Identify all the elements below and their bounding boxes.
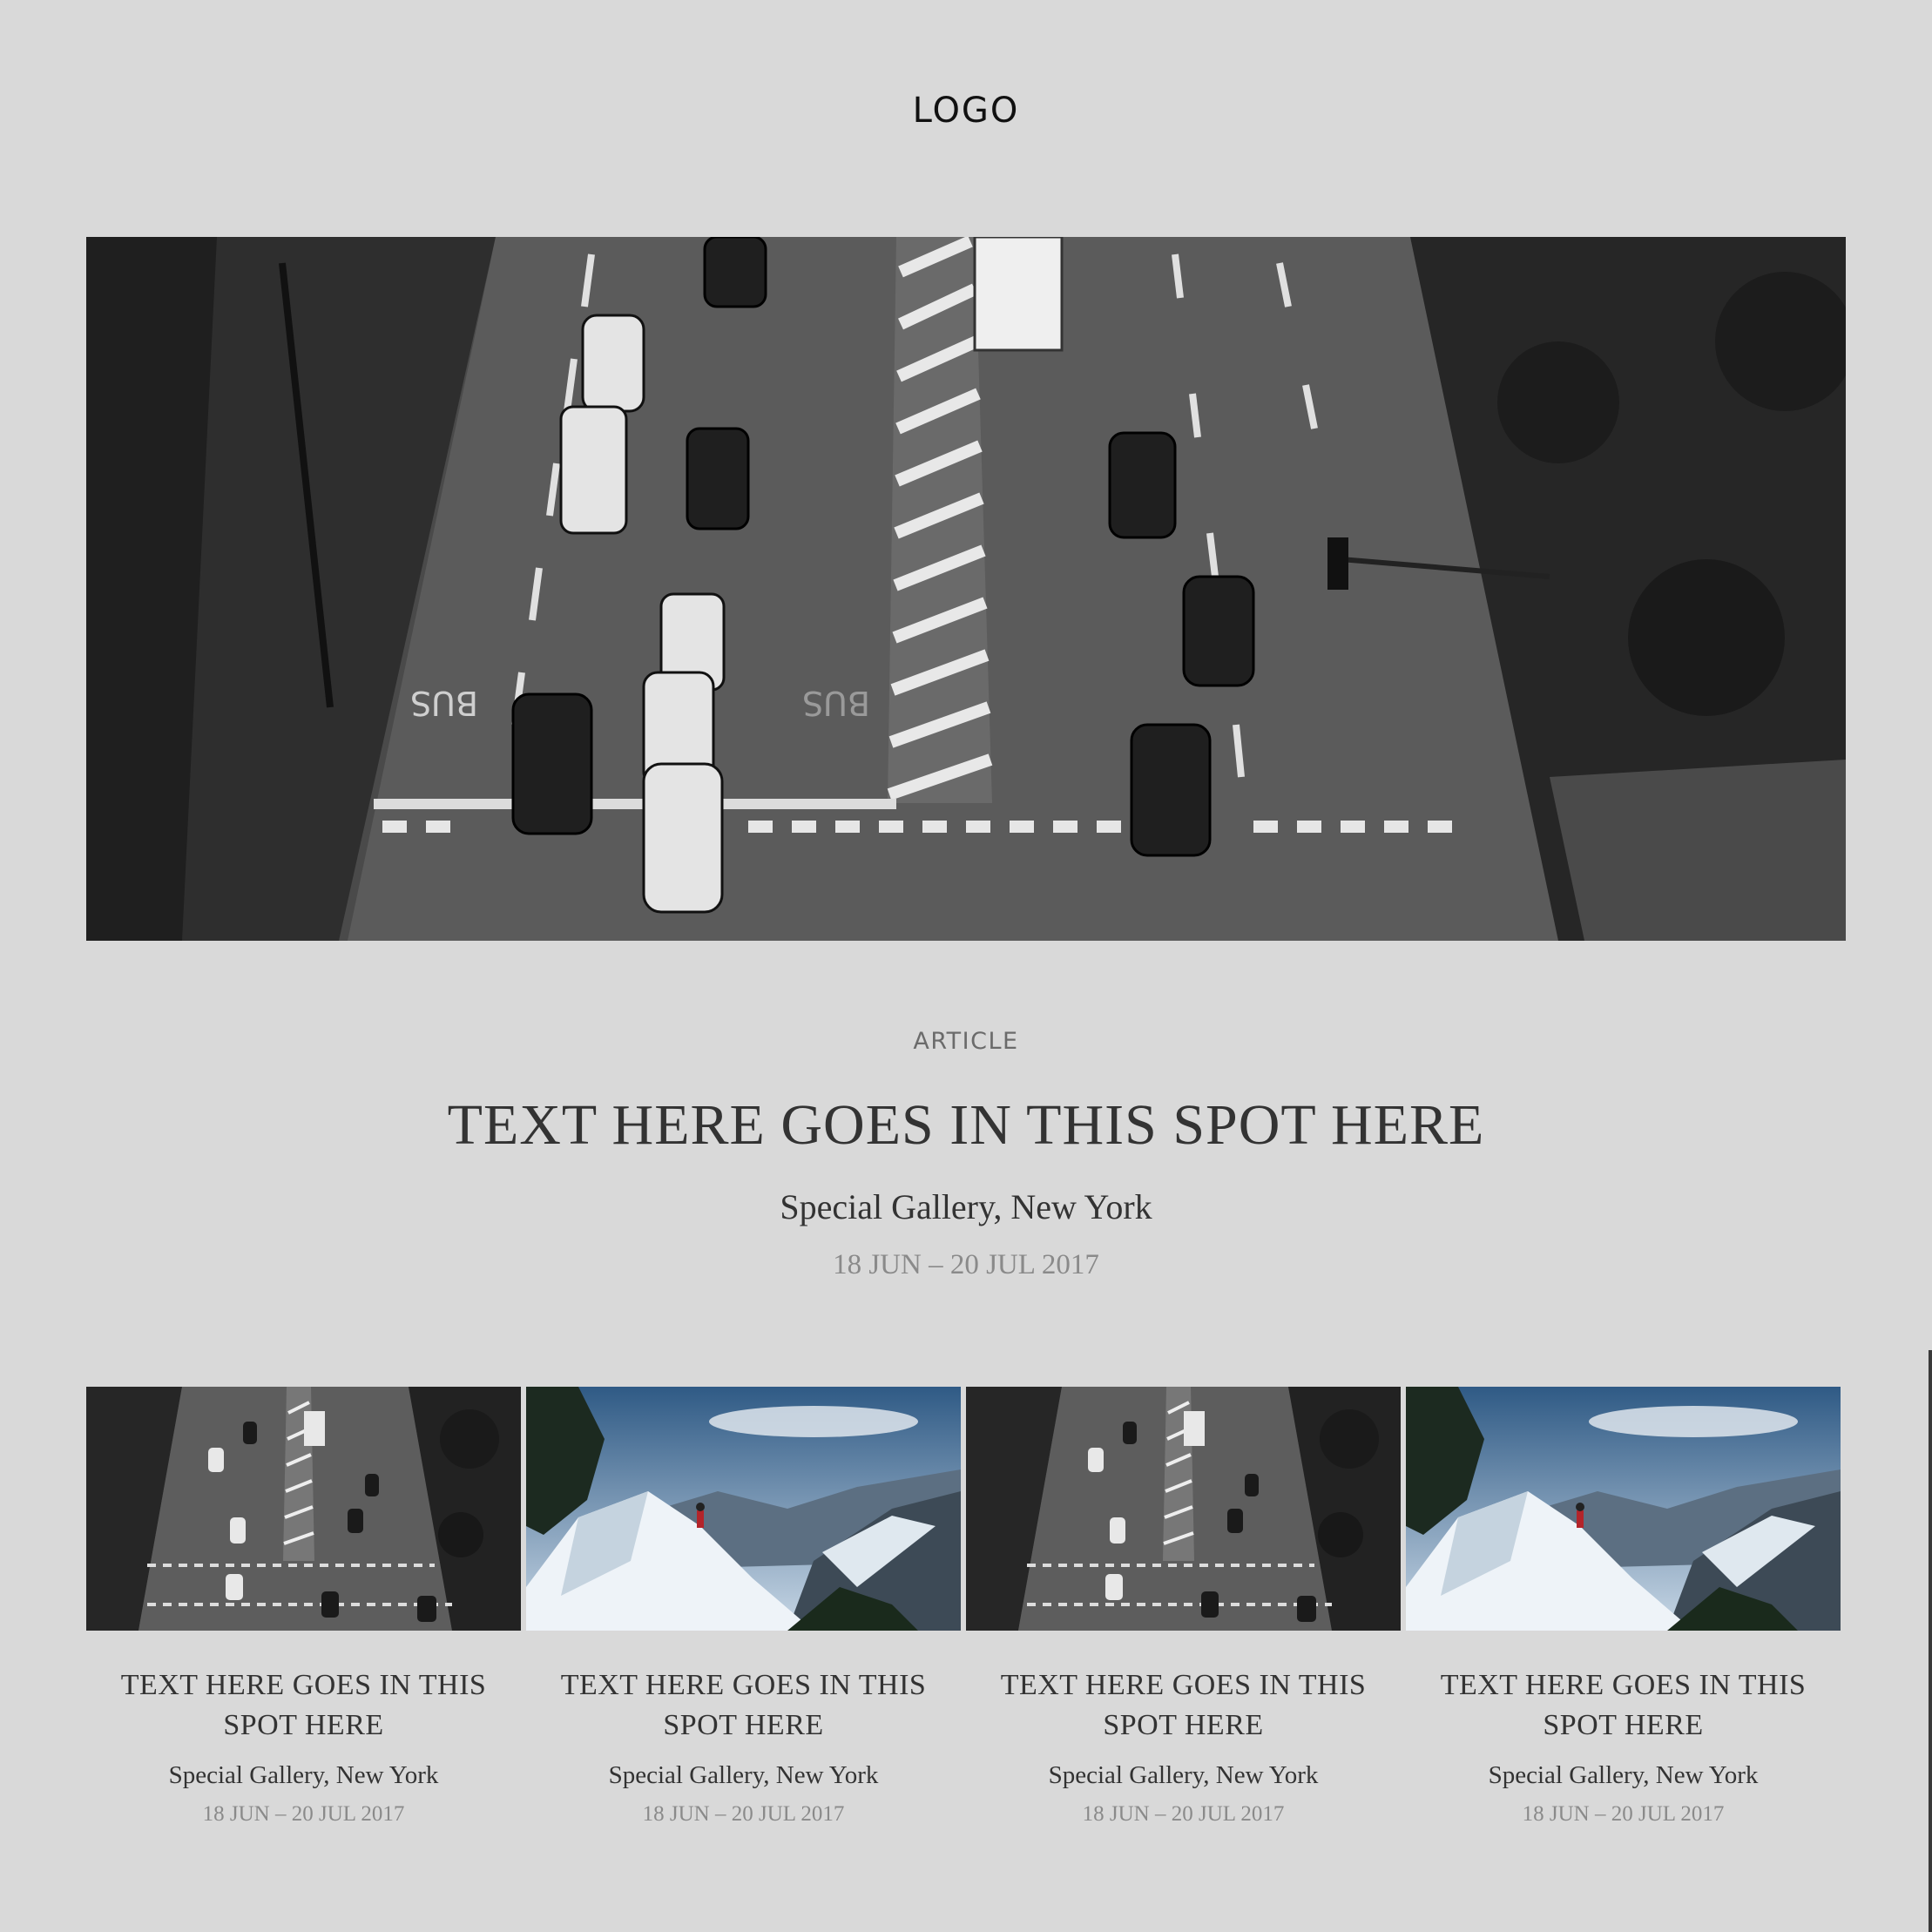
scrollbar-thumb[interactable] xyxy=(1929,1350,1932,1932)
card-image[interactable] xyxy=(1406,1387,1841,1631)
city-street-photo-icon xyxy=(86,1387,521,1631)
card-date: 18 JUN – 20 JUL 2017 xyxy=(1522,1802,1725,1826)
article-card[interactable]: TEXT HERE GOES IN THIS SPOT HERE Special… xyxy=(86,1387,521,1840)
card-venue: Special Gallery, New York xyxy=(608,1761,879,1789)
logo[interactable]: LOGO xyxy=(0,91,1932,131)
card-image[interactable] xyxy=(526,1387,961,1631)
hero-image[interactable]: BUS BUS xyxy=(86,237,1846,941)
svg-text:BUS: BUS xyxy=(802,684,870,722)
card-venue: Special Gallery, New York xyxy=(168,1761,439,1789)
article-card[interactable]: TEXT HERE GOES IN THIS SPOT HERE Special… xyxy=(1406,1387,1841,1840)
snowy-mountain-photo-icon xyxy=(526,1387,961,1631)
city-street-photo-icon xyxy=(966,1387,1401,1631)
card-image[interactable] xyxy=(86,1387,521,1631)
svg-text:BUS: BUS xyxy=(410,684,478,722)
card-title[interactable]: TEXT HERE GOES IN THIS SPOT HERE xyxy=(526,1665,961,1746)
hero-title[interactable]: TEXT HERE GOES IN THIS SPOT HERE xyxy=(0,1092,1932,1159)
card-title[interactable]: TEXT HERE GOES IN THIS SPOT HERE xyxy=(1406,1665,1841,1746)
city-street-photo-icon: BUS BUS xyxy=(86,237,1846,941)
card-title[interactable]: TEXT HERE GOES IN THIS SPOT HERE xyxy=(86,1665,521,1746)
article-card[interactable]: TEXT HERE GOES IN THIS SPOT HERE Special… xyxy=(526,1387,961,1840)
card-date: 18 JUN – 20 JUL 2017 xyxy=(202,1802,405,1826)
hero-date: 18 JUN – 20 JUL 2017 xyxy=(833,1249,1099,1280)
card-date: 18 JUN – 20 JUL 2017 xyxy=(642,1802,845,1826)
hero-venue: Special Gallery, New York xyxy=(780,1187,1152,1226)
card-image[interactable] xyxy=(966,1387,1401,1631)
article-grid: TEXT HERE GOES IN THIS SPOT HERE Special… xyxy=(86,1387,1841,1840)
article-kicker: ARTICLE xyxy=(913,1028,1019,1055)
card-date: 18 JUN – 20 JUL 2017 xyxy=(1082,1802,1285,1826)
article-card[interactable]: TEXT HERE GOES IN THIS SPOT HERE Special… xyxy=(966,1387,1401,1840)
card-venue: Special Gallery, New York xyxy=(1048,1761,1319,1789)
card-title[interactable]: TEXT HERE GOES IN THIS SPOT HERE xyxy=(966,1665,1401,1746)
snowy-mountain-photo-icon xyxy=(1406,1387,1841,1631)
card-venue: Special Gallery, New York xyxy=(1488,1761,1759,1789)
